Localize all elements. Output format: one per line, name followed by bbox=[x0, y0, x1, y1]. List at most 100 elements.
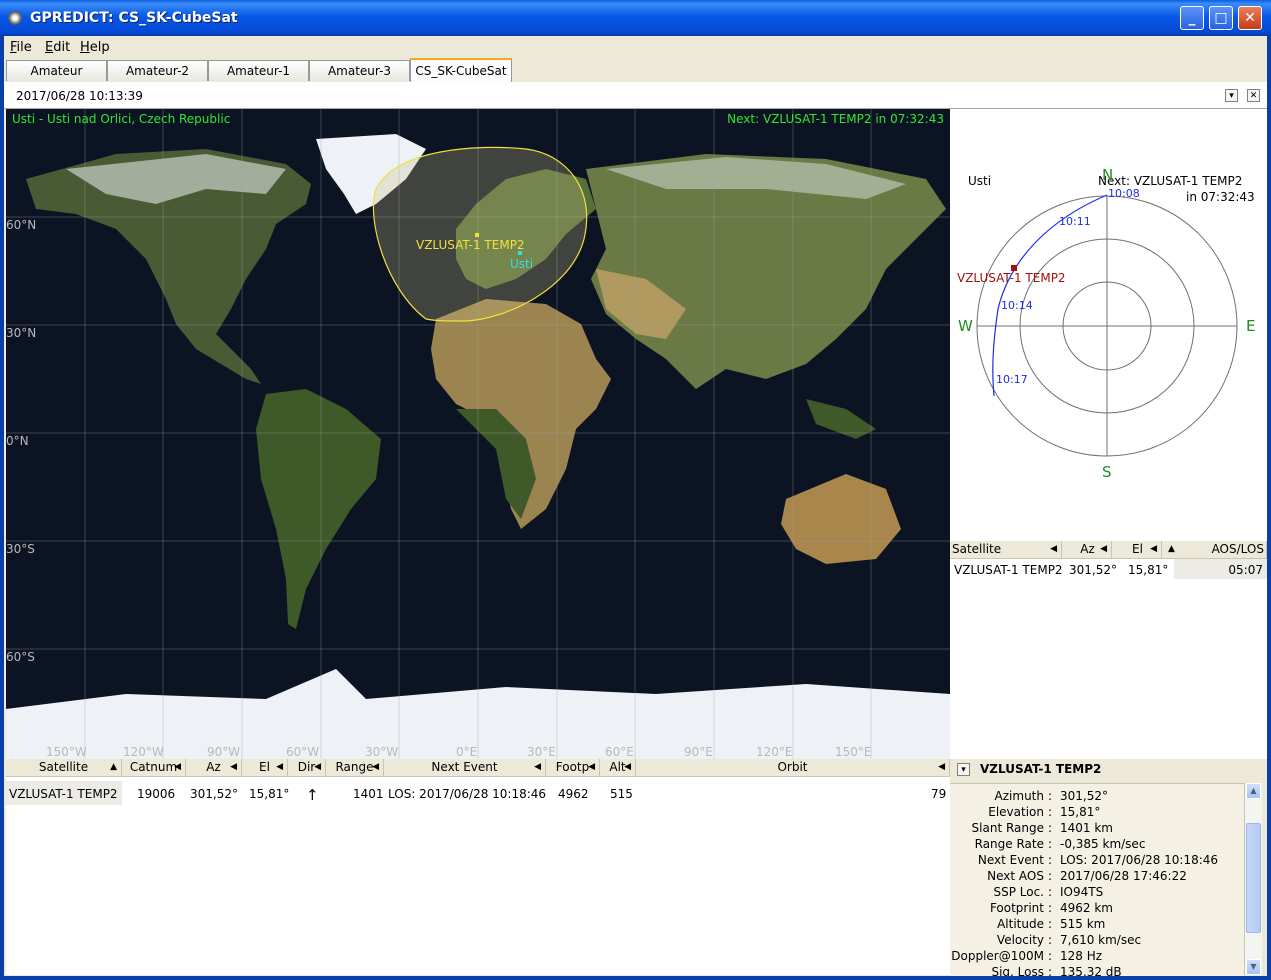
row-dir-arrow: ↑ bbox=[306, 786, 319, 804]
info-val-footprint: 4962 km bbox=[1060, 901, 1113, 915]
table-header-next-event: Next Event bbox=[431, 760, 498, 774]
info-row-velocity: Velocity:7,610 km/sec bbox=[996, 933, 1142, 947]
col-header-alt[interactable]: Alt ◀ bbox=[600, 759, 636, 777]
menu-file-label: ile bbox=[16, 40, 32, 55]
tab-amateur[interactable]: Amateur bbox=[6, 60, 107, 81]
info-key-ssp-loc: SSP Loc. bbox=[993, 885, 1044, 899]
info-row-azimuth: Azimuth:301,52° bbox=[994, 789, 1108, 803]
col-header-satellite[interactable]: Satellite ◀ bbox=[950, 541, 1062, 559]
polar-south: S bbox=[1102, 463, 1112, 481]
menu-edit[interactable]: Edit bbox=[45, 40, 70, 55]
info-val-next-aos: 2017/06/28 17:46:22 bbox=[1060, 869, 1187, 883]
info-expander-button[interactable]: ▾ bbox=[957, 763, 970, 776]
lat-label-60s: 60°S bbox=[6, 650, 35, 664]
world-map[interactable]: Usti - Usti nad Orlici, Czech Republic N… bbox=[6, 109, 950, 759]
polar-east: E bbox=[1246, 317, 1256, 335]
scroll-thumb[interactable] bbox=[1246, 823, 1261, 933]
col-header-el[interactable]: El ◀ bbox=[242, 759, 288, 777]
lat-label-60n: 60°N bbox=[6, 218, 37, 232]
polar-west: W bbox=[958, 317, 973, 335]
info-val-range-rate: -0,385 km/sec bbox=[1060, 837, 1146, 851]
info-val-velocity: 7,610 km/sec bbox=[1060, 933, 1142, 947]
info-key-next-event: Next Event bbox=[977, 853, 1044, 867]
module-tabs: Amateur Amateur-2 Amateur-1 Amateur-3 CS… bbox=[4, 58, 1267, 83]
info-val-sig-loss: 135,32 dB bbox=[1060, 965, 1122, 976]
col-header-catnum[interactable]: Catnum ◀ bbox=[122, 759, 186, 777]
tab-cs-sk-cubesat[interactable]: CS_SK-CubeSat bbox=[410, 58, 512, 82]
info-val-elevation: 15,81° bbox=[1060, 805, 1101, 819]
satellite-marker bbox=[475, 233, 479, 237]
module-header: 2017/06/28 10:13:39 ▾ ✕ bbox=[4, 82, 1267, 109]
scroll-down-button[interactable]: ▼ bbox=[1246, 959, 1261, 975]
info-val-slant-range: 1401 km bbox=[1060, 821, 1113, 835]
col-header-orbit[interactable]: Orbit ◀ bbox=[636, 759, 950, 777]
tab-amateur-1[interactable]: Amateur-1 bbox=[208, 60, 309, 81]
info-row-ssp-loc: SSP Loc.: IO94TS bbox=[993, 885, 1104, 899]
col-header-next-event[interactable]: Next Event ◀ bbox=[384, 759, 546, 777]
current-datetime: 2017/06/28 10:13:39 bbox=[16, 89, 143, 103]
polar-view[interactable]: Usti Next: VZLUSAT-1 TEMP2 in 07:32:43 N… bbox=[950, 109, 1267, 541]
info-row-next-event: Next Event: LOS: 2017/06/28 10:18:46 bbox=[977, 853, 1219, 867]
row-catnum: 19006 bbox=[137, 787, 176, 801]
col-header-az-label: Az bbox=[1080, 542, 1095, 556]
upcoming-passes-list: Satellite ◀ Az ◀ El ◀ ▲ AOS/LOS VZLUSAT-1 TE… bbox=[950, 541, 1267, 759]
row-next-event: LOS: 2017/06/28 10:18:46 bbox=[388, 787, 547, 801]
title-bar[interactable]: GPREDICT: CS_SK-CubeSat _ □ ✕ bbox=[0, 0, 1271, 36]
col-header-dir[interactable]: Dir ◀ bbox=[288, 759, 326, 777]
table-row[interactable]: VZLUSAT-1 TEMP2 19006 301,52° 15,81° ↑ 1… bbox=[6, 781, 950, 805]
lon-label-60w: 60°W bbox=[286, 745, 320, 759]
lat-label-30s: 30°S bbox=[6, 542, 35, 556]
lon-label-150w: 150°W bbox=[46, 745, 87, 759]
col-header-range[interactable]: Range ◀ bbox=[326, 759, 384, 777]
pass-row-el: 15,81° bbox=[1128, 563, 1169, 577]
info-row-doppler: Doppler@100M:128 Hz bbox=[951, 949, 1103, 963]
lat-label-0n: 0°N bbox=[6, 434, 29, 448]
lon-label-120w: 120°W bbox=[123, 745, 164, 759]
info-val-altitude: 515 km bbox=[1060, 917, 1106, 931]
table-header-catnum: Catnum bbox=[129, 760, 178, 774]
satellite-info-panel: ▾ VZLUSAT-1 TEMP2 Azimuth:301,52° Elevat… bbox=[950, 759, 1267, 976]
map-next-pass: Next: VZLUSAT-1 TEMP2 in 07:32:43 bbox=[727, 112, 944, 126]
col-header-az[interactable]: Az ◀ bbox=[1062, 541, 1112, 559]
col-header-el[interactable]: El ◀ bbox=[1112, 541, 1162, 559]
lon-label-90w: 90°W bbox=[207, 745, 241, 759]
polar-station: Usti bbox=[968, 174, 992, 188]
minimize-button[interactable]: _ bbox=[1180, 6, 1204, 30]
close-button[interactable]: ✕ bbox=[1238, 6, 1262, 30]
info-row-footprint: Footprint:4962 km bbox=[989, 901, 1113, 915]
info-key-elevation: Elevation bbox=[988, 805, 1044, 819]
col-header-footp[interactable]: Footp ◀ bbox=[546, 759, 600, 777]
polar-time-1008: 10:08 bbox=[1108, 187, 1140, 200]
tab-amateur-2[interactable]: Amateur-2 bbox=[107, 60, 208, 81]
menu-bar: File Edit Help bbox=[4, 36, 1267, 58]
map-satellite-label[interactable]: VZLUSAT-1 TEMP2 bbox=[416, 238, 525, 252]
tab-amateur-3[interactable]: Amateur-3 bbox=[309, 60, 410, 81]
lon-label-30e: 30°E bbox=[527, 745, 556, 759]
info-key-sig-loss: Sig. Loss bbox=[991, 965, 1044, 976]
info-row-altitude: Altitude:515 km bbox=[997, 917, 1106, 931]
col-header-az[interactable]: Az ◀ bbox=[186, 759, 242, 777]
table-header-footp: Footp bbox=[555, 760, 590, 774]
table-header-dir: Dir bbox=[297, 760, 316, 774]
row-orbit: 79 bbox=[931, 787, 947, 801]
row-range: 1401 bbox=[353, 787, 384, 801]
table-header-az: Az bbox=[206, 760, 221, 774]
table-header-satellite: Satellite bbox=[38, 760, 89, 774]
scroll-up-button[interactable]: ▲ bbox=[1246, 783, 1261, 799]
menu-file[interactable]: File bbox=[10, 40, 32, 55]
polar-next-line1: Next: VZLUSAT-1 TEMP2 bbox=[1098, 174, 1243, 188]
polar-time-1014: 10:14 bbox=[1001, 299, 1033, 312]
col-header-satellite[interactable]: Satellite ▲ bbox=[6, 759, 122, 777]
info-scrollbar[interactable]: ▲ ▼ bbox=[1244, 783, 1262, 975]
module-options-button[interactable]: ▾ bbox=[1225, 89, 1238, 102]
lon-label-90e: 90°E bbox=[684, 745, 713, 759]
maximize-button[interactable]: □ bbox=[1209, 6, 1233, 30]
info-val-azimuth: 301,52° bbox=[1060, 789, 1108, 803]
module-close-button[interactable]: ✕ bbox=[1247, 89, 1260, 102]
col-header-aoslos[interactable]: ▲ AOS/LOS bbox=[1162, 541, 1267, 559]
lon-label-120e: 120°E bbox=[756, 745, 793, 759]
menu-edit-mnemonic: E bbox=[45, 40, 54, 55]
menu-help[interactable]: Help bbox=[80, 40, 110, 55]
pass-row[interactable]: VZLUSAT-1 TEMP2 301,52° 15,81° 05:07 bbox=[950, 559, 1267, 579]
client-area: File Edit Help Amateur Amateur-2 Amateur… bbox=[4, 36, 1267, 976]
